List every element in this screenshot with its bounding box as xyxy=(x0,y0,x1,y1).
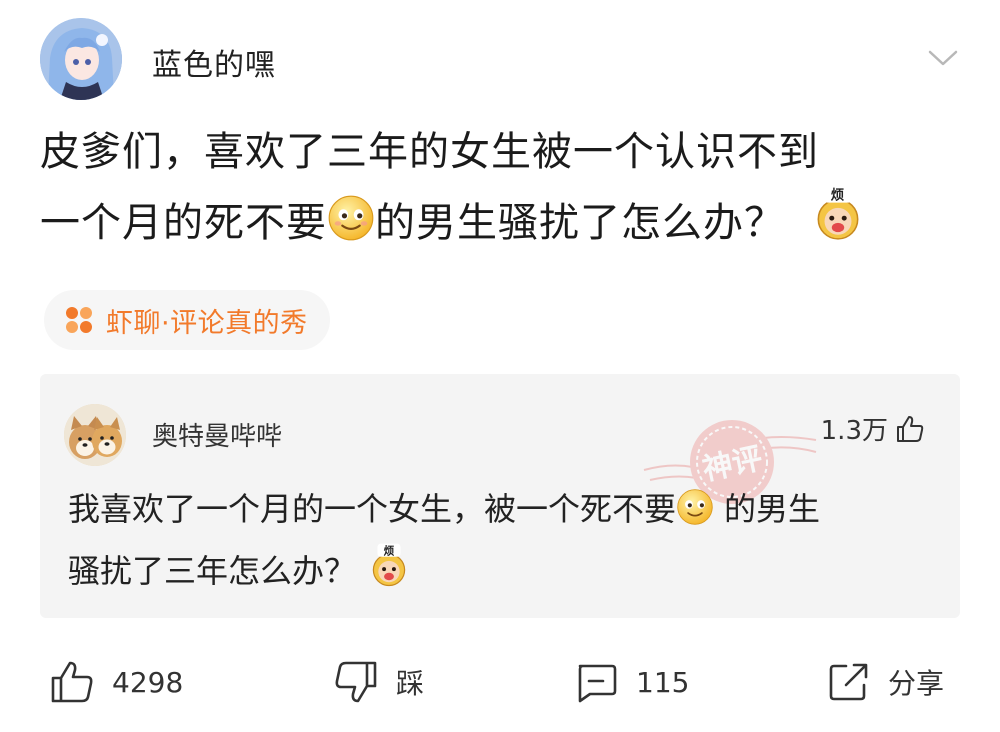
smiley-face-icon xyxy=(327,194,375,261)
comment-text-line-1: 我喜欢了一个月的一个女生，被一个死不要 的男生 xyxy=(68,482,938,542)
smiley-face-icon xyxy=(676,488,714,542)
commenter-avatar[interactable] xyxy=(64,404,126,466)
chevron-down-icon[interactable] xyxy=(926,44,960,70)
action-bar: 4298 踩 115 分享 xyxy=(40,650,960,714)
like-button[interactable]: 4298 xyxy=(48,650,183,714)
post-title-line-2: 一个月的死不要 的男生骚扰了怎么办？ 烦 xyxy=(40,184,960,261)
comment-text-segment: 骚扰了三年怎么办？ xyxy=(68,552,357,590)
dislike-button[interactable]: 踩 xyxy=(332,650,424,714)
post-title-segment: 的男生骚扰了怎么办？ xyxy=(375,200,785,246)
thumbs-up-icon xyxy=(51,661,93,703)
comment-text-segment: 我喜欢了一个月的一个女生，被一个死不要 xyxy=(68,490,677,528)
post-header: 蓝色的嘿 xyxy=(40,18,960,100)
thumbs-up-icon xyxy=(897,415,924,442)
comment-like-button[interactable]: 1.3万 xyxy=(821,410,926,447)
thumbs-down-icon xyxy=(335,661,377,703)
post-title: 皮爹们，喜欢了三年的女生被一个认识不到 一个月的死不要 的男生骚扰了怎么办？ 烦 xyxy=(40,120,960,261)
topic-chip[interactable]: 虾聊·评论真的秀 xyxy=(44,290,330,350)
share-label: 分享 xyxy=(888,667,945,700)
annoyed-monkey-icon: 烦 xyxy=(366,542,412,604)
comment-count: 115 xyxy=(636,665,690,699)
annoyed-monkey-icon: 烦 xyxy=(809,184,867,261)
comment-text: 我喜欢了一个月的一个女生，被一个死不要 的男生 骚扰了三年怎么办？ 烦 xyxy=(68,482,938,604)
comment-text-line-2: 骚扰了三年怎么办？ 烦 xyxy=(68,542,938,604)
grid-dots-icon xyxy=(66,307,92,333)
hot-comment-card[interactable]: 奥特曼哔哔 神评 1.3万 我喜欢了一个月的一个女生，被一个死不要 的男生 骚扰了… xyxy=(40,374,960,618)
post-title-line-1: 皮爹们，喜欢了三年的女生被一个认识不到 xyxy=(40,129,819,175)
annoyed-emoji-text: 烦 xyxy=(831,188,846,204)
comment-button[interactable]: 115 xyxy=(572,650,689,714)
topic-label: 虾聊·评论真的秀 xyxy=(106,307,308,339)
share-icon xyxy=(829,663,868,701)
dislike-label: 踩 xyxy=(396,667,425,700)
comment-text-segment: 的男生 xyxy=(724,490,821,528)
author-name[interactable]: 蓝色的嘿 xyxy=(152,40,276,84)
commenter-name[interactable]: 奥特曼哔哔 xyxy=(152,416,282,453)
comment-bubble-icon xyxy=(578,664,617,703)
post-title-segment: 一个月的死不要 xyxy=(40,200,327,246)
share-button[interactable]: 分享 xyxy=(824,650,944,714)
like-count: 4298 xyxy=(112,665,184,699)
annoyed-emoji-text: 烦 xyxy=(384,544,395,557)
author-avatar[interactable] xyxy=(40,18,122,100)
comment-like-count: 1.3万 xyxy=(820,416,888,446)
